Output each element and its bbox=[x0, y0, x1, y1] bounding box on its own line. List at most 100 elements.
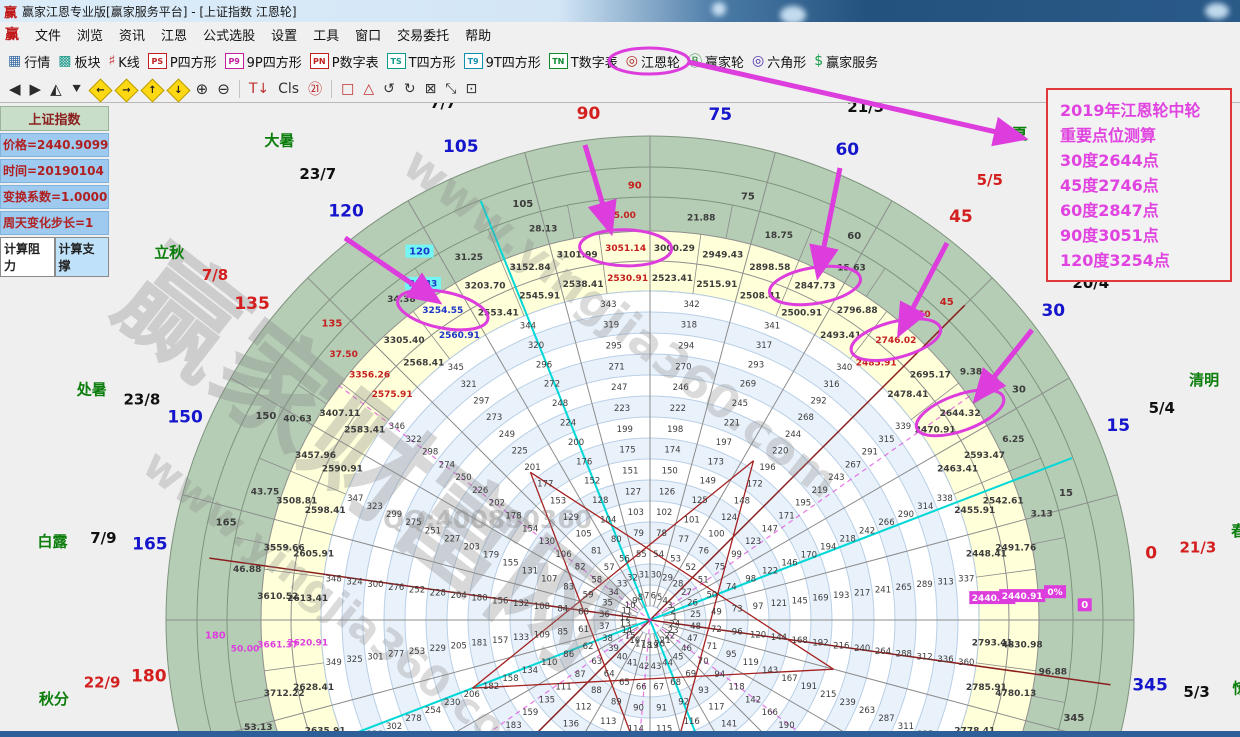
svg-text:106: 106 bbox=[555, 550, 571, 560]
svg-text:244: 244 bbox=[785, 430, 801, 440]
toolbar-item-label: 9P四方形 bbox=[247, 52, 302, 71]
svg-text:29: 29 bbox=[662, 574, 673, 584]
svg-text:193: 193 bbox=[833, 591, 849, 601]
toolbar-item-T数字表[interactable]: TNT数字表 bbox=[549, 52, 618, 71]
svg-text:75: 75 bbox=[708, 105, 732, 125]
move-down-button[interactable]: ↓ bbox=[170, 80, 187, 98]
toolbar-item-T四方形[interactable]: TST四方形 bbox=[387, 52, 456, 71]
toolbar-item-P四方形[interactable]: PSP四方形 bbox=[148, 52, 217, 71]
rotate-cw-button[interactable]: ↻ bbox=[404, 81, 416, 97]
t-axis-button[interactable]: T↓ bbox=[249, 81, 269, 97]
menu-item-1[interactable]: 浏览 bbox=[69, 23, 111, 46]
main-toolbar: ▦行情 ▩板块 ♯K线 PSP四方形 P99P四方形 PNP数字表 TST四方形 T99T四方… bbox=[0, 46, 1240, 77]
svg-text:8: 8 bbox=[638, 593, 643, 603]
toolbar-item-行情[interactable]: ▦行情 bbox=[8, 52, 50, 71]
toolbar-item-赢家轮[interactable]: Ⓑ赢家轮 bbox=[688, 51, 744, 71]
menu-item-0[interactable]: 文件 bbox=[27, 23, 69, 46]
svg-text:225: 225 bbox=[512, 446, 528, 456]
toolbar-item-9P四方形[interactable]: P99P四方形 bbox=[225, 52, 302, 71]
svg-text:15: 15 bbox=[1106, 416, 1130, 436]
cls-button[interactable]: Cls bbox=[278, 81, 299, 97]
svg-text:116: 116 bbox=[684, 717, 700, 727]
svg-text:125: 125 bbox=[692, 496, 708, 506]
board-button[interactable]: ⊡ bbox=[466, 81, 478, 97]
rotate-fwd-button[interactable]: ⯆ bbox=[71, 80, 83, 98]
svg-text:7/9: 7/9 bbox=[90, 529, 116, 547]
svg-text:120: 120 bbox=[750, 630, 766, 640]
toolbar-item-K线[interactable]: ♯K线 bbox=[109, 52, 140, 71]
move-right-button[interactable]: → bbox=[118, 80, 135, 98]
square-tool-button[interactable]: □ bbox=[341, 81, 354, 97]
svg-text:28.13: 28.13 bbox=[529, 225, 557, 235]
toolbar-item-9T四方形[interactable]: T99T四方形 bbox=[464, 52, 541, 71]
svg-text:135: 135 bbox=[539, 695, 555, 705]
toolbar-item-板块[interactable]: ▩板块 bbox=[58, 52, 100, 71]
svg-text:324: 324 bbox=[346, 577, 362, 587]
svg-text:312: 312 bbox=[916, 652, 932, 662]
svg-text:360: 360 bbox=[958, 658, 974, 668]
next-button[interactable]: ▶ bbox=[30, 80, 42, 98]
svg-text:50.00: 50.00 bbox=[231, 645, 259, 655]
svg-text:204: 204 bbox=[451, 591, 467, 601]
menu-item-6[interactable]: 工具 bbox=[305, 23, 347, 46]
fit-button[interactable]: ⤡ bbox=[445, 81, 456, 97]
svg-text:37.50: 37.50 bbox=[329, 350, 357, 360]
calc-support-button[interactable]: 计算支撑 bbox=[55, 237, 110, 277]
svg-text:245: 245 bbox=[732, 399, 748, 409]
svg-text:287: 287 bbox=[878, 714, 894, 724]
svg-text:61: 61 bbox=[578, 625, 589, 635]
svg-text:立秋: 立秋 bbox=[154, 244, 185, 262]
svg-text:41: 41 bbox=[627, 659, 638, 669]
pn-icon: PN bbox=[310, 53, 329, 69]
rotate-back-button[interactable]: ◭ bbox=[50, 80, 62, 98]
svg-text:109: 109 bbox=[534, 630, 550, 640]
svg-text:157: 157 bbox=[492, 636, 508, 646]
svg-text:2695.17: 2695.17 bbox=[910, 370, 951, 380]
app-logo-icon: 赢 bbox=[4, 2, 17, 21]
toolbar-item-六角形[interactable]: ◎六角形 bbox=[752, 52, 806, 71]
toolbar-item-江恩轮[interactable]: ◎江恩轮 bbox=[626, 52, 680, 71]
svg-text:107: 107 bbox=[541, 575, 557, 585]
rotate-ccw-button[interactable]: ↺ bbox=[383, 81, 395, 97]
svg-text:2491.76: 2491.76 bbox=[995, 543, 1036, 553]
zoom-out-button[interactable]: ⊖ bbox=[217, 80, 230, 98]
calc-resistance-button[interactable]: 计算阻力 bbox=[0, 237, 55, 277]
menu-item-4[interactable]: 公式选股 bbox=[195, 23, 263, 46]
svg-text:40.63: 40.63 bbox=[283, 415, 311, 425]
svg-text:181: 181 bbox=[471, 639, 487, 649]
svg-text:2560.91: 2560.91 bbox=[439, 331, 480, 341]
svg-text:3661.37: 3661.37 bbox=[257, 641, 298, 651]
move-left-button[interactable]: ← bbox=[92, 80, 109, 98]
svg-text:90: 90 bbox=[628, 181, 642, 192]
toolbar-item-label: 江恩轮 bbox=[641, 52, 680, 71]
delete-box-button[interactable]: ⊠ bbox=[425, 81, 437, 97]
svg-text:226: 226 bbox=[472, 486, 488, 496]
svg-text:3508.81: 3508.81 bbox=[276, 496, 317, 506]
triangle-tool-button[interactable]: △ bbox=[363, 81, 374, 97]
toolbar-item-赢家服务[interactable]: $赢家服务 bbox=[814, 52, 878, 71]
svg-text:342: 342 bbox=[683, 300, 699, 310]
svg-text:222: 222 bbox=[670, 404, 686, 414]
svg-text:196: 196 bbox=[759, 463, 775, 473]
menu-item-9[interactable]: 帮助 bbox=[457, 23, 499, 46]
svg-text:243: 243 bbox=[828, 473, 844, 483]
menu-item-2[interactable]: 资讯 bbox=[111, 23, 153, 46]
svg-text:221: 221 bbox=[724, 419, 740, 429]
move-up-button[interactable]: ↑ bbox=[144, 80, 161, 98]
svg-text:293: 293 bbox=[748, 360, 764, 370]
svg-text:263: 263 bbox=[859, 706, 875, 716]
svg-text:30: 30 bbox=[651, 571, 662, 581]
grid-icon: ▦ bbox=[8, 53, 21, 69]
svg-text:183: 183 bbox=[505, 721, 521, 731]
svg-text:314: 314 bbox=[917, 502, 933, 512]
toolbar-item-P数字表[interactable]: PNP数字表 bbox=[310, 52, 379, 71]
menu-item-7[interactable]: 窗口 bbox=[347, 23, 389, 46]
prev-button[interactable]: ◀ bbox=[9, 80, 21, 98]
calendar-button[interactable]: ㉑ bbox=[308, 79, 322, 99]
menu-item-8[interactable]: 交易委托 bbox=[389, 23, 457, 46]
zoom-in-button[interactable]: ⊕ bbox=[196, 80, 209, 98]
svg-text:148: 148 bbox=[734, 496, 750, 506]
menu-item-3[interactable]: 江恩 bbox=[153, 23, 195, 46]
svg-text:42: 42 bbox=[639, 662, 650, 672]
menu-item-5[interactable]: 设置 bbox=[263, 23, 305, 46]
